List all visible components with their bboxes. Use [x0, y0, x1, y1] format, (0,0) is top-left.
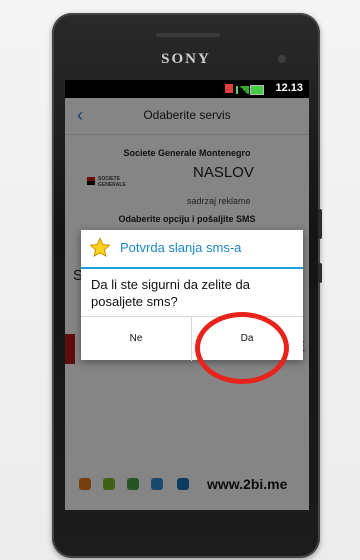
battery-icon	[250, 85, 264, 95]
volume-button	[318, 209, 322, 239]
phone-screen: 12.13 ‹ Odaberite servis Societe General…	[65, 80, 309, 510]
highlight-circle	[195, 312, 289, 384]
signal-icon	[236, 86, 249, 94]
front-camera	[278, 55, 286, 63]
dialog-title: Potvrda slanja sms-a	[120, 240, 242, 255]
no-button[interactable]: Ne	[81, 317, 192, 361]
status-time: 12.13	[275, 82, 303, 94]
earpiece-speaker	[156, 33, 220, 37]
status-bar: 12.13	[65, 80, 309, 98]
status-icons	[225, 84, 264, 95]
dialog-message: Da li ste sigurni da zelite da posaljete…	[91, 277, 250, 309]
power-button	[318, 263, 322, 283]
notification-icon	[225, 84, 233, 93]
star-icon	[89, 237, 111, 258]
dialog-header: Potvrda slanja sms-a	[81, 230, 303, 269]
